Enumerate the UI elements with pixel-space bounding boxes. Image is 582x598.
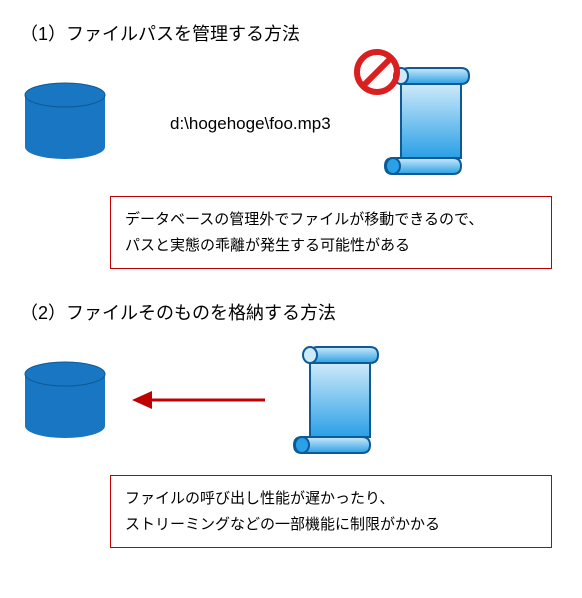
scroll-with-prohibit	[381, 66, 471, 181]
section-filestore: （2）ファイルそのものを格納する方法	[20, 299, 562, 548]
heading-2: （2）ファイルそのものを格納する方法	[20, 299, 562, 325]
note-box-1: データベースの管理外でファイルが移動できるので、 パスと実態の乖離が発生する可能…	[110, 196, 552, 269]
row-1: d:\hogehoge\foo.mp3	[20, 66, 562, 181]
note-box-2: ファイルの呼び出し性能が遅かったり、 ストリーミングなどの一部機能に制限がかかる	[110, 475, 552, 548]
note-1-line-1: データベースの管理外でファイルが移動できるので、	[125, 207, 537, 233]
scroll-icon	[290, 345, 380, 460]
filepath-text: d:\hogehoge\foo.mp3	[170, 114, 331, 134]
database-icon	[20, 360, 110, 445]
arrow-left-icon	[130, 385, 270, 420]
row-2	[20, 345, 562, 460]
heading-1: （1）ファイルパスを管理する方法	[20, 20, 562, 46]
prohibit-icon	[353, 48, 401, 96]
database-icon	[20, 81, 110, 166]
note-1-line-2: パスと実態の乖離が発生する可能性がある	[125, 233, 537, 259]
note-2-line-1: ファイルの呼び出し性能が遅かったり、	[125, 486, 537, 512]
scroll-icon	[381, 163, 471, 180]
note-2-line-2: ストリーミングなどの一部機能に制限がかかる	[125, 512, 537, 538]
section-filepath: （1）ファイルパスを管理する方法 d:\hogehoge\foo.mp3	[20, 20, 562, 269]
